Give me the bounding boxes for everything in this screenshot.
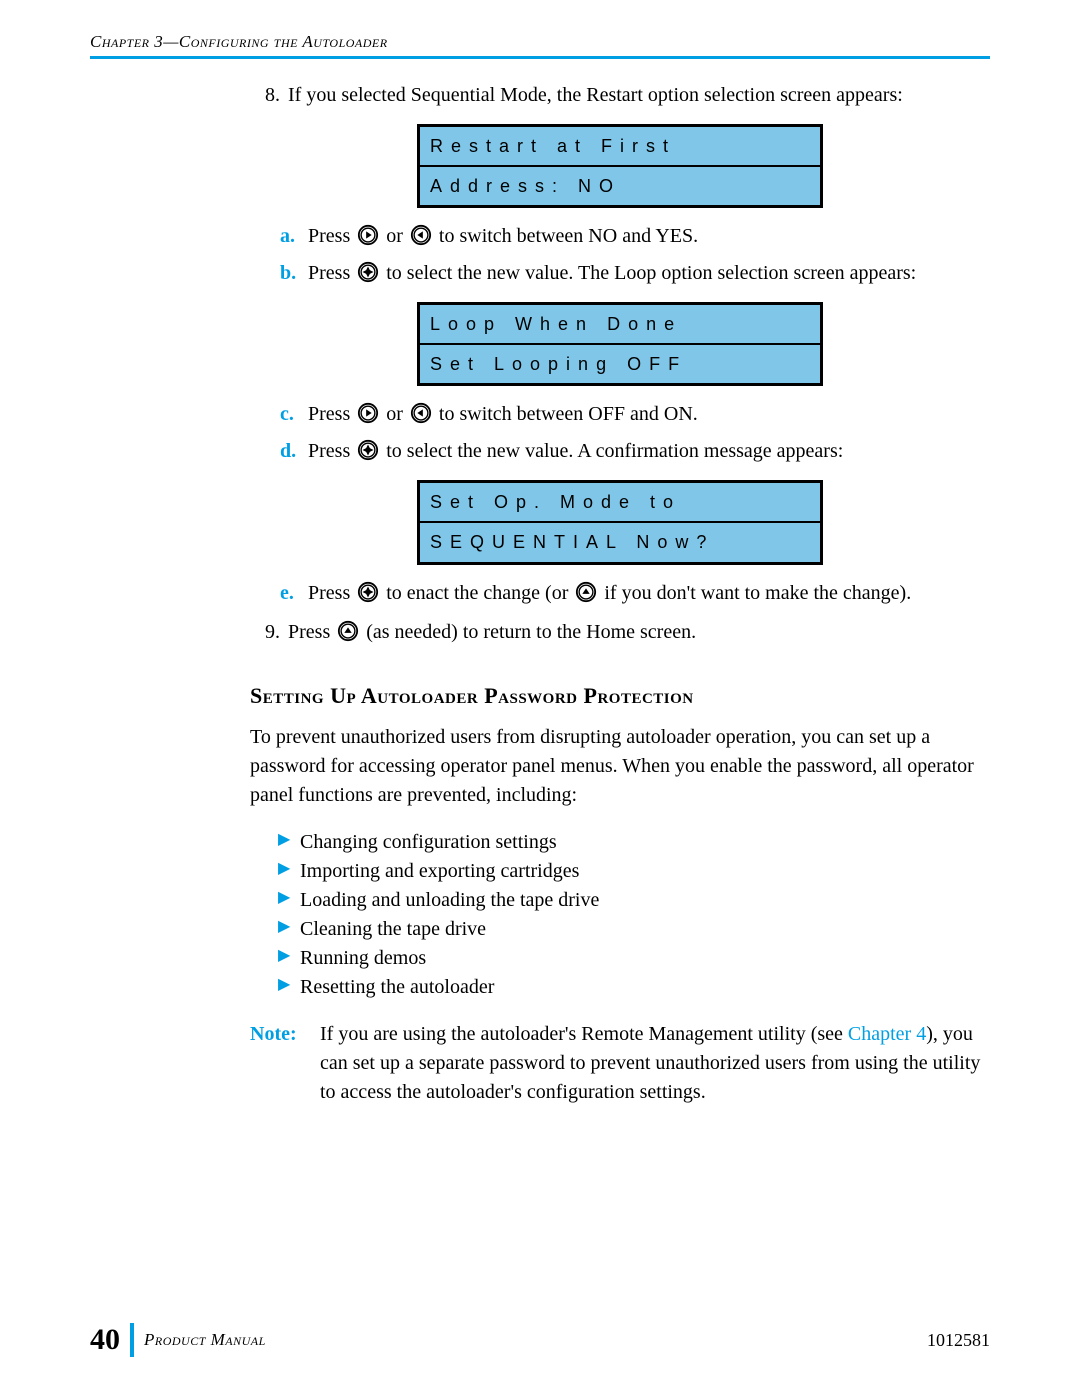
bullet-marker-icon: ▶ bbox=[278, 944, 300, 973]
footer-divider bbox=[130, 1323, 134, 1357]
bullet-text: Loading and unloading the tape drive bbox=[300, 886, 599, 915]
bullet-marker-icon: ▶ bbox=[278, 857, 300, 886]
lcd-row: Set Looping OFF bbox=[420, 343, 820, 383]
bullet-item: ▶Loading and unloading the tape drive bbox=[278, 886, 990, 915]
enter-button-icon bbox=[357, 581, 379, 603]
text-fragment: Press bbox=[308, 225, 355, 247]
note-block: Note: If you are using the autoloader's … bbox=[250, 1020, 990, 1107]
text-fragment: Press bbox=[308, 440, 355, 462]
bullet-item: ▶Changing configuration settings bbox=[278, 828, 990, 857]
step-8: 8. If you selected Sequential Mode, the … bbox=[250, 81, 990, 110]
substep-a: a. Press or to switch between NO and YES… bbox=[280, 222, 990, 251]
lcd-row: Set Op. Mode to bbox=[420, 483, 820, 521]
enter-button-icon bbox=[357, 439, 379, 461]
bullet-text: Cleaning the tape drive bbox=[300, 915, 486, 944]
text-fragment: to select the new value. A confirmation … bbox=[386, 440, 843, 462]
substep-label: d. bbox=[280, 437, 308, 466]
lcd-screen-restart: Restart at First Address: NO bbox=[417, 124, 823, 208]
text-fragment: Press bbox=[288, 621, 335, 643]
bullet-item: ▶Cleaning the tape drive bbox=[278, 915, 990, 944]
bullet-text: Running demos bbox=[300, 944, 426, 973]
text-fragment: Press bbox=[308, 262, 355, 284]
lcd-row: Address: NO bbox=[420, 165, 820, 205]
lcd-screen-loop: Loop When Done Set Looping OFF bbox=[417, 302, 823, 386]
text-fragment: Press bbox=[308, 582, 355, 604]
intro-paragraph: To prevent unauthorized users from disru… bbox=[250, 723, 990, 810]
text-fragment: to select the new value. The Loop option… bbox=[386, 262, 916, 284]
bullet-item: ▶Resetting the autoloader bbox=[278, 973, 990, 1002]
text-fragment: If you are using the autoloader's Remote… bbox=[320, 1023, 848, 1045]
bullet-marker-icon: ▶ bbox=[278, 973, 300, 1002]
note-label: Note: bbox=[250, 1020, 320, 1107]
substep-label: b. bbox=[280, 259, 308, 288]
step-text: If you selected Sequential Mode, the Res… bbox=[288, 81, 990, 110]
page-number: 40 bbox=[90, 1323, 130, 1357]
substep-d: d. Press to select the new value. A conf… bbox=[280, 437, 990, 466]
text-fragment: to enact the change (or bbox=[386, 582, 573, 604]
right-arrow-button-icon bbox=[357, 402, 379, 424]
step-9: 9. Press (as needed) to return to the Ho… bbox=[250, 618, 990, 647]
bullet-marker-icon: ▶ bbox=[278, 828, 300, 857]
text-fragment: or bbox=[386, 403, 408, 425]
substep-label: c. bbox=[280, 400, 308, 429]
bullet-text: Changing configuration settings bbox=[300, 828, 557, 857]
right-arrow-button-icon bbox=[357, 224, 379, 246]
header-rule bbox=[90, 56, 990, 59]
footer-title: Product Manual bbox=[144, 1330, 927, 1350]
bullet-marker-icon: ▶ bbox=[278, 886, 300, 915]
substep-label: a. bbox=[280, 222, 308, 251]
substep-b: b. Press to select the new value. The Lo… bbox=[280, 259, 990, 288]
substep-e: e. Press to enact the change (or if you … bbox=[280, 579, 990, 608]
text-fragment: to switch between OFF and ON. bbox=[439, 403, 698, 425]
enter-button-icon bbox=[357, 261, 379, 283]
left-arrow-button-icon bbox=[410, 402, 432, 424]
lcd-row: Restart at First bbox=[420, 127, 820, 165]
up-arrow-button-icon bbox=[337, 620, 359, 642]
text-fragment: if you don't want to make the change). bbox=[604, 582, 911, 604]
left-arrow-button-icon bbox=[410, 224, 432, 246]
bullet-marker-icon: ▶ bbox=[278, 915, 300, 944]
step-number: 8. bbox=[250, 81, 288, 110]
lcd-row: SEQUENTIAL Now? bbox=[420, 521, 820, 561]
document-number: 1012581 bbox=[927, 1330, 990, 1351]
section-heading: Setting Up Autoloader Password Protectio… bbox=[250, 683, 990, 709]
running-header: Chapter 3—Configuring the Autoloader bbox=[90, 32, 990, 52]
bullet-text: Importing and exporting cartridges bbox=[300, 857, 579, 886]
substep-c: c. Press or to switch between OFF and ON… bbox=[280, 400, 990, 429]
up-arrow-button-icon bbox=[575, 581, 597, 603]
bullet-item: ▶Running demos bbox=[278, 944, 990, 973]
text-fragment: or bbox=[386, 225, 408, 247]
bullet-item: ▶Importing and exporting cartridges bbox=[278, 857, 990, 886]
lcd-screen-confirm: Set Op. Mode to SEQUENTIAL Now? bbox=[417, 480, 823, 564]
substep-label: e. bbox=[280, 579, 308, 608]
chapter-link[interactable]: Chapter 4 bbox=[848, 1023, 926, 1045]
step-number: 9. bbox=[250, 618, 288, 647]
text-fragment: to switch between NO and YES. bbox=[439, 225, 698, 247]
text-fragment: Press bbox=[308, 403, 355, 425]
text-fragment: (as needed) to return to the Home screen… bbox=[366, 621, 696, 643]
lcd-row: Loop When Done bbox=[420, 305, 820, 343]
page-footer: 40 Product Manual 1012581 bbox=[0, 1323, 1080, 1357]
bullet-text: Resetting the autoloader bbox=[300, 973, 494, 1002]
